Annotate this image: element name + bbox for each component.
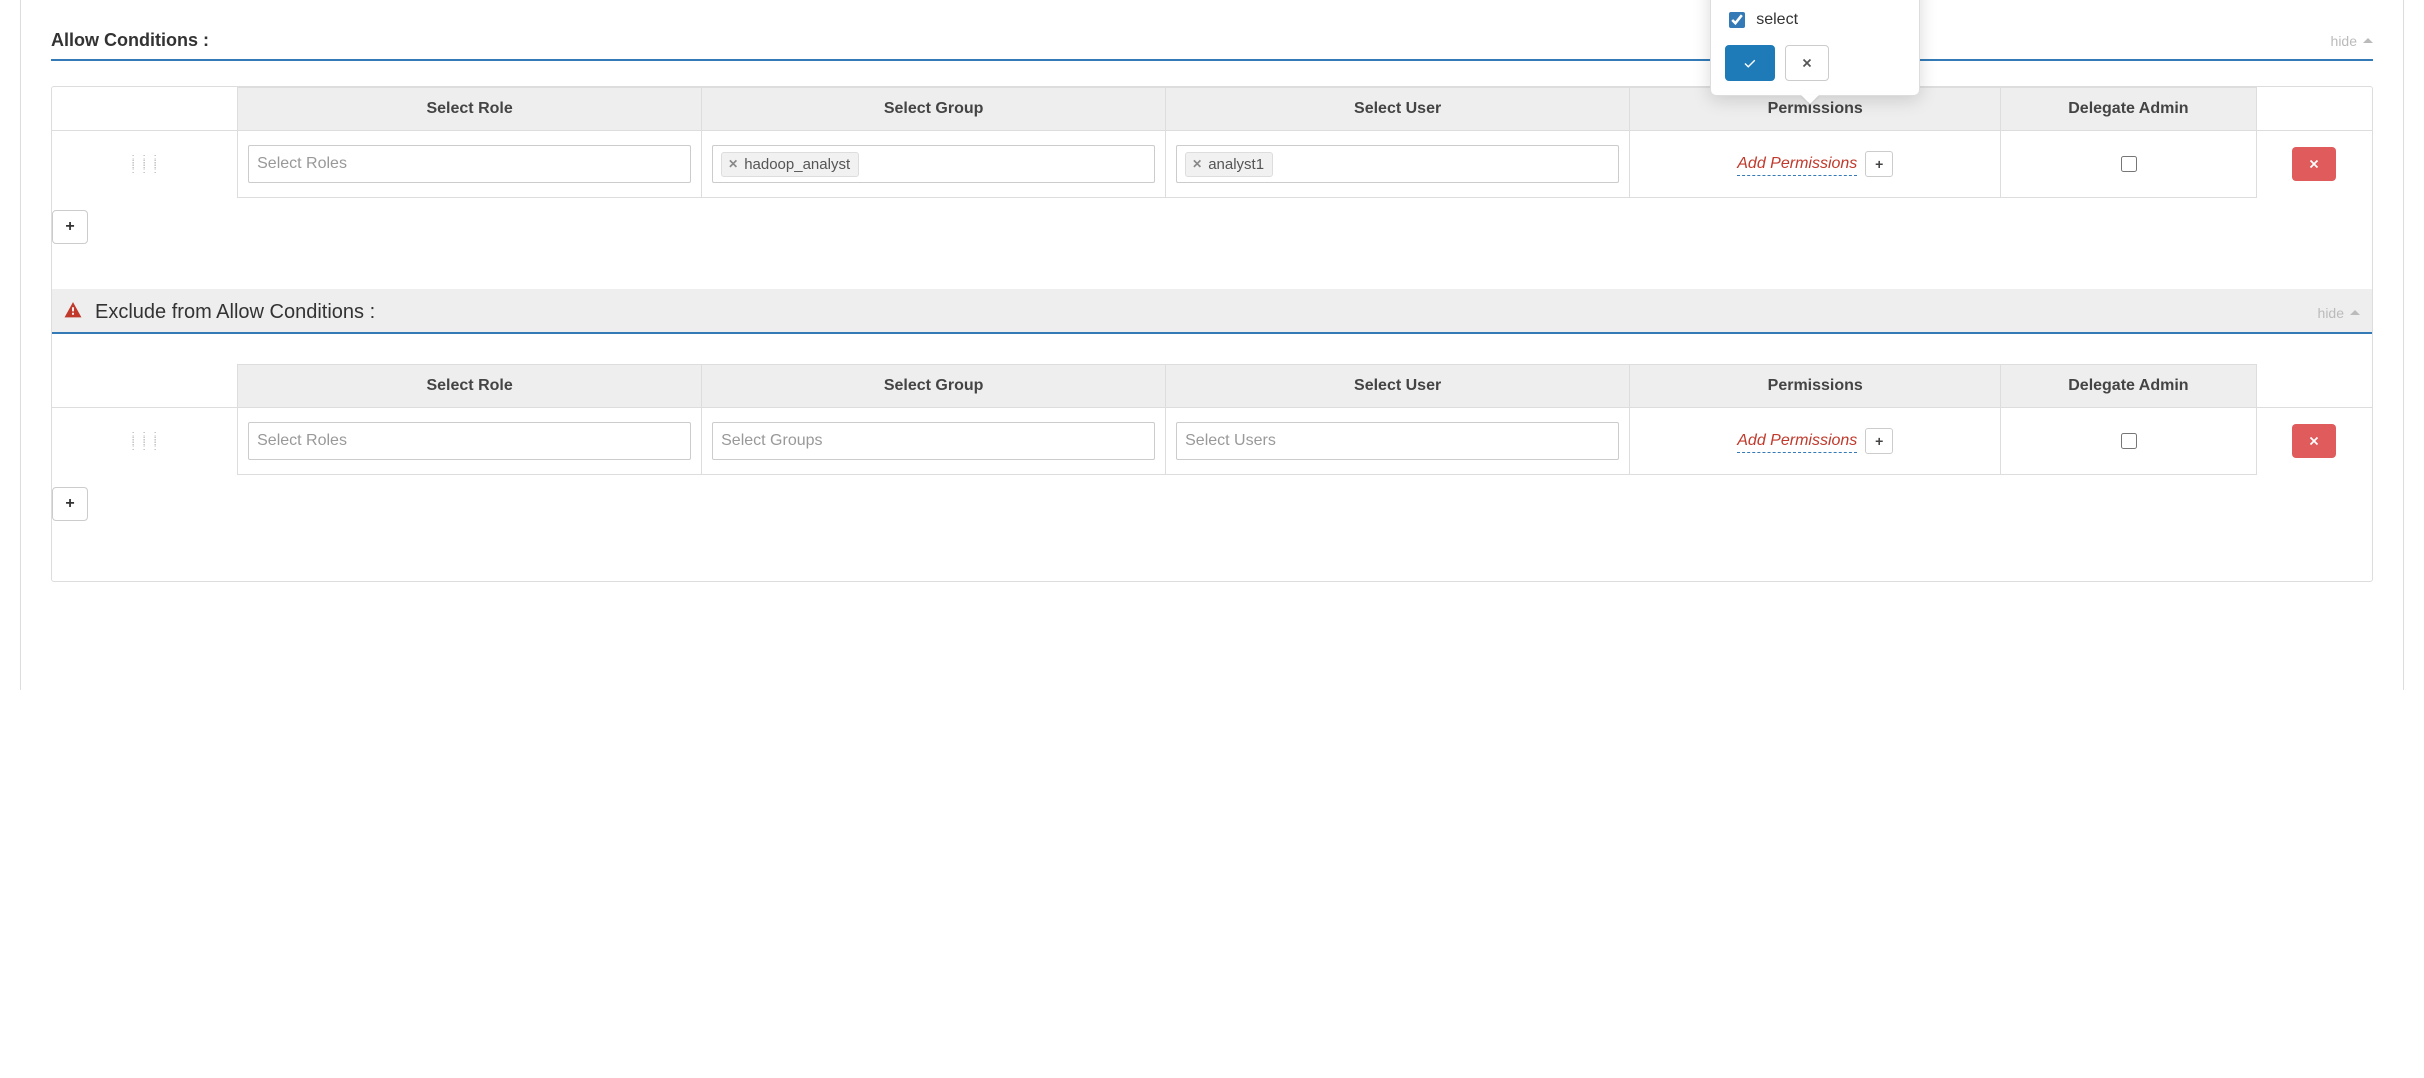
permission-option-label: select <box>1756 11 1798 29</box>
select-groups-input[interactable]: Select Groups <box>712 422 1155 460</box>
caret-up-icon <box>2363 38 2373 43</box>
close-icon <box>2307 157 2321 171</box>
add-permissions-link[interactable]: Add Permissions <box>1737 155 1857 176</box>
permission-checkbox[interactable] <box>1729 12 1745 28</box>
allow-hide-toggle[interactable]: hide <box>2331 33 2373 49</box>
groups-placeholder: Select Groups <box>721 432 822 450</box>
close-icon <box>2307 434 2321 448</box>
col-header-user: Select User <box>1166 365 1630 408</box>
roles-placeholder: Select Roles <box>257 432 347 450</box>
roles-placeholder: Select Roles <box>257 155 347 173</box>
select-groups-input[interactable]: ✕ hadoop_analyst <box>712 145 1155 183</box>
drag-handle-icon[interactable]: ⋮⋮⋮⋮⋮⋮⋮⋮⋮ <box>54 157 235 172</box>
exclude-hide-toggle[interactable]: hide <box>2318 305 2360 321</box>
exclude-conditions-title: Exclude from Allow Conditions : <box>64 301 375 324</box>
allow-conditions-table: Select Role Select Group Select User Per… <box>52 87 2372 198</box>
users-placeholder: Select Users <box>1185 432 1276 450</box>
add-row-button[interactable]: + <box>52 487 88 521</box>
remove-tag-icon[interactable]: ✕ <box>728 157 738 171</box>
col-header-delegate: Delegate Admin <box>2001 365 2256 408</box>
select-users-input[interactable]: Select Users <box>1176 422 1619 460</box>
exclude-conditions-header: Exclude from Allow Conditions : hide <box>52 289 2372 334</box>
delete-row-button[interactable] <box>2292 424 2336 458</box>
allow-conditions-header: Allow Conditions : hide <box>51 0 2373 61</box>
col-header-delegate: Delegate Admin <box>2001 88 2256 131</box>
col-header-permissions: Permissions <box>1630 365 2001 408</box>
allow-conditions-panel: Select Role Select Group Select User Per… <box>51 86 2373 582</box>
popover-arrow-icon <box>1801 95 1819 104</box>
close-icon <box>1800 56 1814 70</box>
permission-option[interactable]: select <box>1725 9 1905 31</box>
col-header-role: Select Role <box>238 88 702 131</box>
group-tag-label: hadoop_analyst <box>744 156 850 173</box>
hide-label: hide <box>2318 305 2344 321</box>
delete-row-button[interactable] <box>2292 147 2336 181</box>
delegate-admin-checkbox[interactable] <box>2121 433 2137 449</box>
caret-up-icon <box>2350 310 2360 315</box>
drag-handle-icon[interactable]: ⋮⋮⋮⋮⋮⋮⋮⋮⋮ <box>54 434 235 449</box>
group-tag: ✕ hadoop_analyst <box>721 152 859 177</box>
confirm-button[interactable] <box>1725 45 1775 81</box>
col-header-group: Select Group <box>702 88 1166 131</box>
hide-label: hide <box>2331 33 2357 49</box>
warning-icon <box>64 303 87 323</box>
add-permissions-link[interactable]: Add Permissions <box>1737 432 1857 453</box>
remove-tag-icon[interactable]: ✕ <box>1192 157 1202 171</box>
user-tag-label: analyst1 <box>1208 156 1264 173</box>
col-header-role: Select Role <box>238 365 702 408</box>
user-tag: ✕ analyst1 <box>1185 152 1273 177</box>
permissions-popover: add/edit permissions select <box>1710 0 1920 96</box>
cancel-button[interactable] <box>1785 45 1829 81</box>
select-roles-input[interactable]: Select Roles <box>248 145 691 183</box>
allow-conditions-title: Allow Conditions : <box>51 30 209 51</box>
add-permission-button[interactable]: + <box>1865 428 1893 454</box>
select-users-input[interactable]: ✕ analyst1 <box>1176 145 1619 183</box>
add-row-button[interactable]: + <box>52 210 88 244</box>
allow-condition-row: ⋮⋮⋮⋮⋮⋮⋮⋮⋮ Select Roles <box>52 131 2372 198</box>
col-header-group: Select Group <box>702 365 1166 408</box>
add-permission-button[interactable]: + <box>1865 151 1893 177</box>
delegate-admin-checkbox[interactable] <box>2121 156 2137 172</box>
exclude-conditions-table: Select Role Select Group Select User Per… <box>52 364 2372 475</box>
exclude-condition-row: ⋮⋮⋮⋮⋮⋮⋮⋮⋮ Select Roles Select Groups <box>52 408 2372 475</box>
check-icon <box>1743 56 1757 70</box>
select-roles-input[interactable]: Select Roles <box>248 422 691 460</box>
col-header-user: Select User <box>1166 88 1630 131</box>
